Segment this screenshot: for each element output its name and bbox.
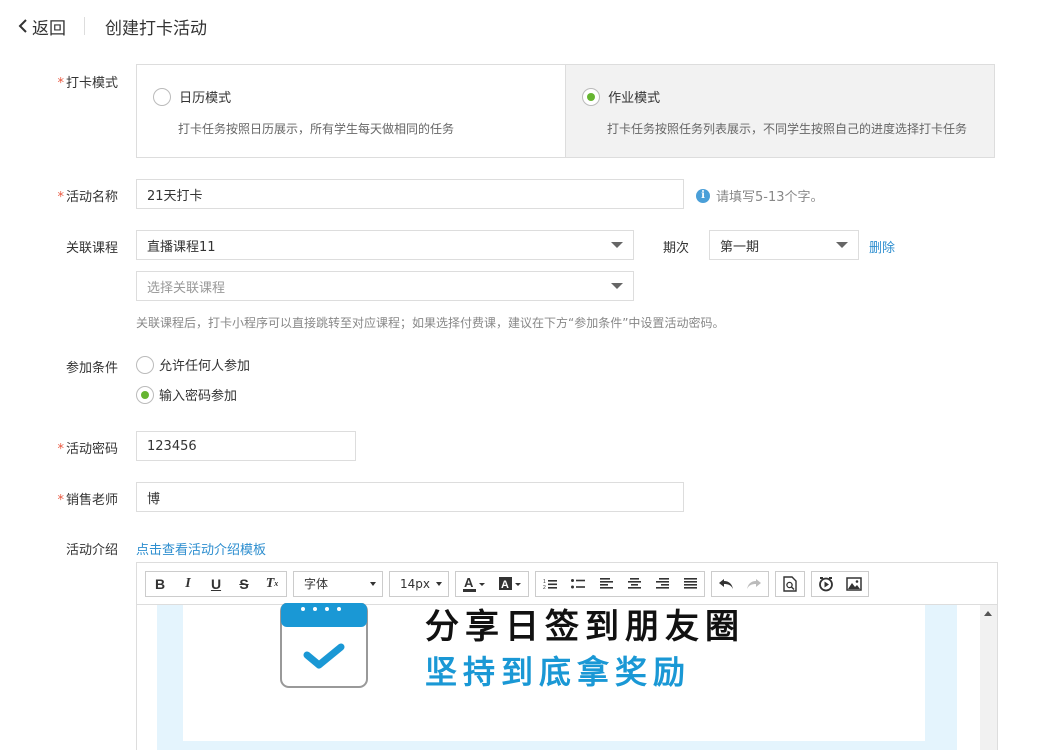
add-course-placeholder: 选择关联课程 xyxy=(147,280,226,296)
radio-password[interactable] xyxy=(136,385,154,404)
course-help-text: 关联课程后，打卡小程序可以直接跳转至对应课程；如果选择付费课，建议在下方“参加条… xyxy=(136,316,725,330)
color-group: A A xyxy=(455,570,529,597)
media-group xyxy=(811,570,869,597)
period-label: 期次 xyxy=(662,241,689,256)
editor-scrollbar[interactable] xyxy=(980,605,997,750)
mode-option-calendar[interactable]: 日历模式 打卡任务按照日历展示，所有学生每天做相同的任务 xyxy=(137,65,565,157)
strikethrough-icon[interactable]: S xyxy=(230,572,258,596)
name-label: * 活动名称 xyxy=(57,190,118,205)
svg-text:A: A xyxy=(501,579,509,591)
font-family-select[interactable]: 字体 xyxy=(293,570,383,597)
add-course-select[interactable]: 选择关联课程 xyxy=(136,271,634,301)
video-icon[interactable] xyxy=(812,572,840,596)
sales-label: * 销售老师 xyxy=(57,493,118,508)
name-hint-text: 请填写5-13个字。 xyxy=(716,190,824,205)
back-button[interactable]: 返回 xyxy=(18,14,66,39)
period-select-value: 第一期 xyxy=(720,239,760,255)
course-select-value: 直播课程11 xyxy=(147,239,216,255)
italic-icon[interactable]: I xyxy=(174,572,202,596)
font-size-value: 14px xyxy=(400,576,430,591)
condition-option-label: 输入密码参加 xyxy=(159,389,238,404)
align-left-icon[interactable] xyxy=(592,572,620,596)
background-color-icon[interactable]: A xyxy=(492,572,528,596)
underline-icon[interactable]: U xyxy=(202,572,230,596)
dropdown-arrow-icon xyxy=(370,581,376,586)
align-right-icon[interactable] xyxy=(648,572,676,596)
font-family-value: 字体 xyxy=(304,577,329,591)
back-label: 返回 xyxy=(32,18,66,39)
intro-subline: 坚持到底拿奖励 xyxy=(425,653,692,691)
ordered-list-icon[interactable]: 12 xyxy=(536,572,564,596)
password-label: * 活动密码 xyxy=(57,442,118,457)
editor-content[interactable]: 分享日签到朋友圈 坚持到底拿奖励 xyxy=(137,603,997,750)
radio-homework[interactable] xyxy=(582,87,600,106)
condition-option-password[interactable]: 输入密码参加 xyxy=(136,385,237,404)
align-justify-icon[interactable] xyxy=(676,572,704,596)
preview-icon[interactable] xyxy=(776,572,804,596)
rich-text-editor: B I U S Tx 字体 14px A A 12 分享日签到朋友圈 坚持到底拿… xyxy=(136,562,998,750)
bold-icon[interactable]: B xyxy=(146,572,174,596)
svg-text:A: A xyxy=(464,575,474,590)
intro-image-inner: 分享日签到朋友圈 坚持到底拿奖励 xyxy=(183,603,925,741)
mode-option-desc: 打卡任务按照日历展示，所有学生每天做相同的任务 xyxy=(178,122,455,136)
unordered-list-icon[interactable] xyxy=(564,572,592,596)
align-center-icon[interactable] xyxy=(620,572,648,596)
mode-label: * 打卡模式 xyxy=(57,76,118,91)
intro-headline: 分享日签到朋友圈 xyxy=(425,607,745,647)
calendar-check-icon xyxy=(280,603,368,688)
intro-image: 分享日签到朋友圈 坚持到底拿奖励 xyxy=(157,603,957,750)
sales-teacher-input[interactable]: 博 xyxy=(136,482,684,512)
info-icon: i xyxy=(696,188,710,203)
condition-option-anyone[interactable]: 允许任何人参加 xyxy=(136,355,250,374)
image-icon[interactable] xyxy=(840,572,868,596)
course-label: 关联课程 xyxy=(65,241,118,256)
dropdown-arrow-icon xyxy=(836,242,848,248)
password-input[interactable]: 123456 xyxy=(136,431,356,461)
chevron-left-icon xyxy=(18,19,27,33)
page-title: 创建打卡活动 xyxy=(105,18,207,39)
dropdown-arrow-icon xyxy=(611,283,623,289)
intro-template-link[interactable]: 点击查看活动介绍模板 xyxy=(136,539,266,558)
name-hint: i 请填写5-13个字。 xyxy=(696,186,824,205)
activity-name-input[interactable]: 21天打卡 xyxy=(136,179,684,209)
clear-format-icon[interactable]: Tx xyxy=(258,572,286,596)
history-group xyxy=(711,570,769,597)
svg-text:2: 2 xyxy=(543,585,546,590)
mode-option-title: 作业模式 xyxy=(608,91,661,106)
mode-option-homework[interactable]: 作业模式 打卡任务按照任务列表展示，不同学生按照自己的进度选择打卡任务 xyxy=(565,65,994,157)
redo-icon[interactable] xyxy=(740,572,768,596)
delete-course-link[interactable]: 删除 xyxy=(869,237,895,256)
undo-icon[interactable] xyxy=(712,572,740,596)
header-divider xyxy=(84,17,85,35)
scroll-up-arrow-icon[interactable] xyxy=(984,611,992,616)
list-align-group: 12 xyxy=(535,570,705,597)
format-group: B I U S Tx xyxy=(145,570,287,597)
period-select[interactable]: 第一期 xyxy=(709,230,859,260)
mode-option-title: 日历模式 xyxy=(179,91,232,106)
mode-selector: 日历模式 打卡任务按照日历展示，所有学生每天做相同的任务 作业模式 打卡任务按照… xyxy=(136,64,995,158)
radio-anyone[interactable] xyxy=(136,355,154,374)
condition-option-label: 允许任何人参加 xyxy=(159,359,251,374)
text-color-icon[interactable]: A xyxy=(456,572,492,596)
course-select[interactable]: 直播课程11 xyxy=(136,230,634,260)
radio-calendar[interactable] xyxy=(153,87,171,106)
font-size-select[interactable]: 14px xyxy=(389,570,449,597)
mode-option-desc: 打卡任务按照任务列表展示，不同学生按照自己的进度选择打卡任务 xyxy=(607,122,968,136)
intro-label: 活动介绍 xyxy=(65,543,118,558)
condition-label: 参加条件 xyxy=(65,361,118,376)
page-header: 返回 创建打卡活动 xyxy=(18,14,207,39)
preview-group xyxy=(775,570,805,597)
dropdown-arrow-icon xyxy=(436,581,442,586)
